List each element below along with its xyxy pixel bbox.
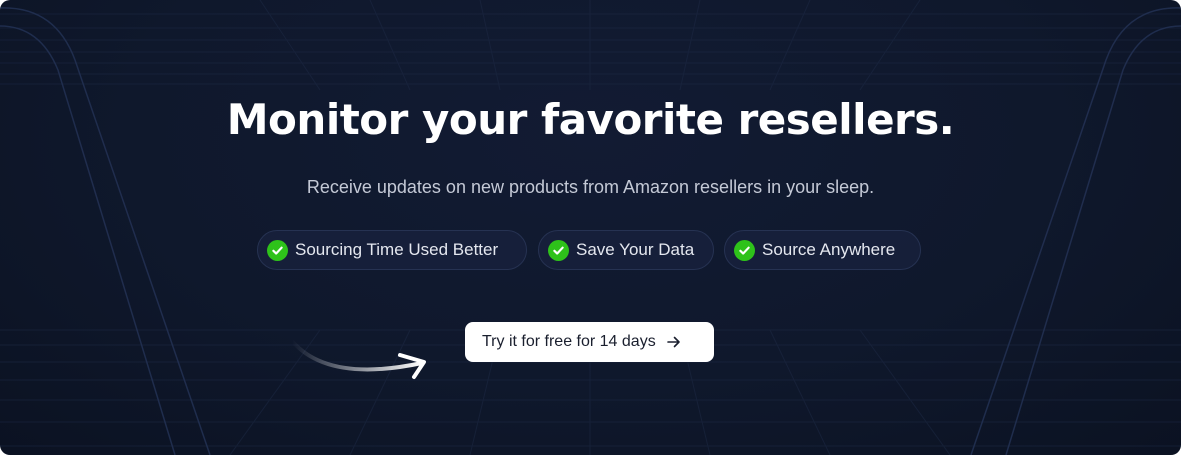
check-circle-icon [548,239,569,261]
feature-pill-source-anywhere: Source Anywhere [724,230,921,270]
subtitle: Receive updates on new products from Ama… [306,177,875,197]
check-circle-icon [267,239,288,261]
hero-section: Monitor your favorite resellers. Receive… [0,0,1181,455]
page-title: Monitor your favorite resellers. [226,95,955,144]
feature-pill-save-data: Save Your Data [538,230,714,270]
check-circle-icon [734,239,755,261]
arrow-right-icon [666,334,682,350]
background-grid [0,0,1181,455]
curved-arrow-icon [290,339,426,379]
free-trial-button-label: Try it for free for 14 days [482,333,656,350]
feature-label: Save Your Data [576,240,695,259]
feature-label: Source Anywhere [762,240,896,259]
feature-label: Sourcing Time Used Better [295,240,499,259]
feature-pill-sourcing-time: Sourcing Time Used Better [257,230,527,270]
free-trial-button[interactable]: Try it for free for 14 days [465,322,714,362]
